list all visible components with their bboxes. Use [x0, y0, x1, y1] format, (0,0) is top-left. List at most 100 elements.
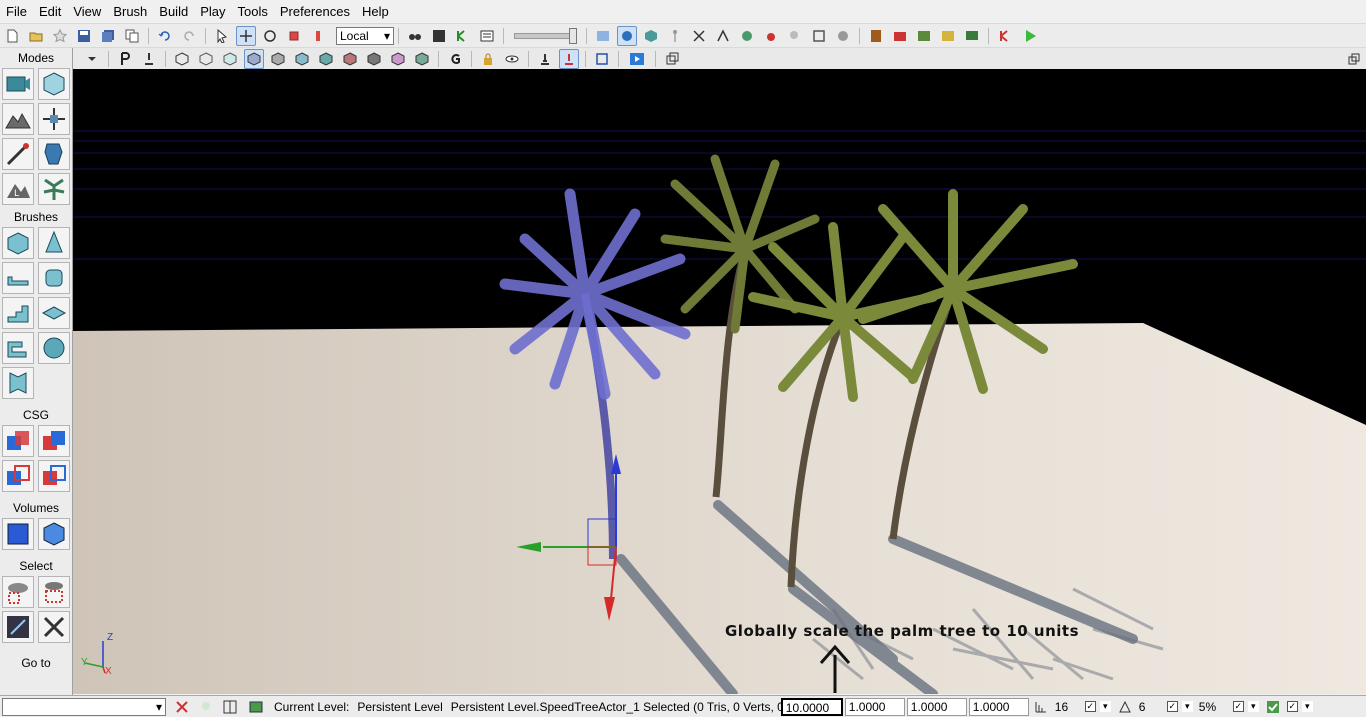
landscape-button[interactable]: L	[2, 173, 34, 205]
rotate-tool-icon[interactable]	[260, 26, 280, 46]
autosave-icon[interactable]	[1263, 697, 1283, 717]
lock-icon[interactable]	[478, 49, 498, 69]
volume-list-button[interactable]	[38, 518, 70, 550]
chevron-down-icon[interactable]: ▾	[1099, 701, 1111, 712]
lit-icon[interactable]	[244, 49, 264, 69]
restore-window-icon[interactable]	[1344, 49, 1364, 69]
undo-icon[interactable]	[155, 26, 175, 46]
csg-add-button[interactable]	[2, 425, 34, 457]
nonuniform-scale-tool-icon[interactable]	[308, 26, 328, 46]
properties-icon[interactable]	[477, 26, 497, 46]
kismet-icon[interactable]	[453, 26, 473, 46]
perspective-p-icon[interactable]	[115, 49, 135, 69]
scale-z-field[interactable]: 1.0000	[968, 697, 1029, 716]
menu-preferences[interactable]: Preferences	[274, 0, 356, 23]
brush-wireframe-icon[interactable]	[196, 49, 216, 69]
bug-icon[interactable]	[761, 26, 781, 46]
build-all-icon[interactable]	[737, 26, 757, 46]
sphere-icon[interactable]	[833, 26, 853, 46]
camera-actor-icon[interactable]	[535, 49, 555, 69]
save-icon[interactable]	[74, 26, 94, 46]
realtime-preview-icon[interactable]	[593, 26, 613, 46]
unlit-icon[interactable]	[220, 49, 240, 69]
csg-subtract-button[interactable]	[38, 425, 70, 457]
menu-play[interactable]: Play	[194, 0, 231, 23]
linear-stair-button[interactable]	[2, 297, 34, 329]
maximize-viewport-icon[interactable]	[662, 49, 682, 69]
autosave-checkbox[interactable]: ✓	[1286, 701, 1298, 712]
play-in-editor-icon[interactable]	[914, 26, 934, 46]
cylinder-brush-button[interactable]	[38, 262, 70, 294]
global-scale-field[interactable]: 10.0000	[780, 697, 843, 716]
wireframe-icon[interactable]	[172, 49, 192, 69]
add-volume-button[interactable]	[2, 518, 34, 550]
lighting-only-icon[interactable]	[292, 49, 312, 69]
play-icon[interactable]	[1019, 26, 1041, 46]
cone-brush-button[interactable]	[38, 227, 70, 259]
perspective-viewport[interactable]: Globally scale the palm tree to 10 units…	[73, 69, 1366, 694]
chevron-down-icon[interactable]: ▾	[1301, 701, 1313, 712]
scale-snap-checkbox[interactable]: ✓	[1232, 701, 1244, 712]
build-cover-icon[interactable]	[713, 26, 733, 46]
volumetric-brush-button[interactable]	[2, 367, 34, 399]
chevron-down-icon[interactable]: ▾	[1181, 701, 1193, 712]
sphere-brush-button[interactable]	[38, 332, 70, 364]
publish-icon[interactable]	[938, 26, 958, 46]
menu-tools[interactable]: Tools	[232, 0, 274, 23]
menu-brush[interactable]: Brush	[107, 0, 153, 23]
camera-lock-icon[interactable]	[139, 49, 159, 69]
scale-snap-value[interactable]: 5%	[1195, 700, 1231, 714]
content-browser-icon[interactable]	[429, 26, 449, 46]
geometry-mode-button[interactable]	[38, 68, 70, 100]
scale-x-field[interactable]: 1.0000	[844, 697, 905, 716]
find-icon[interactable]	[405, 26, 425, 46]
select-inverse-button[interactable]	[2, 611, 34, 643]
static-mesh-button[interactable]	[38, 138, 70, 170]
menu-edit[interactable]: Edit	[33, 0, 67, 23]
new-file-icon[interactable]	[2, 26, 22, 46]
lightbulb-status-icon[interactable]	[196, 697, 216, 717]
book-icon[interactable]	[866, 26, 886, 46]
save-all-icon[interactable]	[98, 26, 118, 46]
kismet-k-icon[interactable]	[995, 26, 1015, 46]
scale-tool-icon[interactable]	[284, 26, 304, 46]
viewport-menu-icon[interactable]	[82, 49, 102, 69]
select-tool-icon[interactable]	[212, 26, 232, 46]
actor-move-icon[interactable]	[559, 49, 579, 69]
camera-speed-slider[interactable]	[514, 27, 577, 44]
open-file-icon[interactable]	[26, 26, 46, 46]
coord-system-dropdown[interactable]: Local ▾	[336, 26, 394, 45]
split-view-icon[interactable]	[220, 697, 240, 717]
lit-lightmap-icon[interactable]	[412, 49, 432, 69]
monitor-icon[interactable]	[962, 26, 982, 46]
menu-file[interactable]: File	[0, 0, 33, 23]
texture-density-icon[interactable]	[340, 49, 360, 69]
detail-lighting-icon[interactable]	[268, 49, 288, 69]
level-icon[interactable]	[244, 697, 268, 717]
texture-alignment-button[interactable]	[38, 103, 70, 135]
realtime-play-icon[interactable]	[625, 49, 649, 69]
spiral-stair-button[interactable]	[2, 332, 34, 364]
foliage-button[interactable]	[38, 173, 70, 205]
game-view-g-icon[interactable]	[445, 49, 465, 69]
matinee-icon[interactable]	[890, 26, 910, 46]
eye-icon[interactable]	[502, 49, 522, 69]
sheet-brush-button[interactable]	[38, 297, 70, 329]
grid-size-value[interactable]: 16	[1053, 700, 1083, 714]
rotation-snap-checkbox[interactable]: ✓	[1166, 701, 1178, 712]
view-options-icon[interactable]	[617, 25, 637, 46]
menu-view[interactable]: View	[67, 0, 107, 23]
shader-complexity-icon[interactable]	[364, 49, 384, 69]
camera-mode-button[interactable]	[2, 68, 34, 100]
copy-icon[interactable]	[122, 26, 142, 46]
mesh-paint-button[interactable]	[2, 138, 34, 170]
menu-build[interactable]: Build	[153, 0, 194, 23]
scale-y-field[interactable]: 1.0000	[906, 697, 967, 716]
translate-tool-icon[interactable]	[236, 25, 256, 46]
csg-deintersect-button[interactable]	[38, 460, 70, 492]
rotation-snap-value[interactable]: 6	[1137, 700, 1165, 714]
menu-help[interactable]: Help	[356, 0, 395, 23]
grid-snap-checkbox[interactable]: ✓	[1084, 701, 1096, 712]
favorite-icon[interactable]	[50, 26, 70, 46]
current-level-value[interactable]: Persistent Level	[353, 700, 446, 714]
